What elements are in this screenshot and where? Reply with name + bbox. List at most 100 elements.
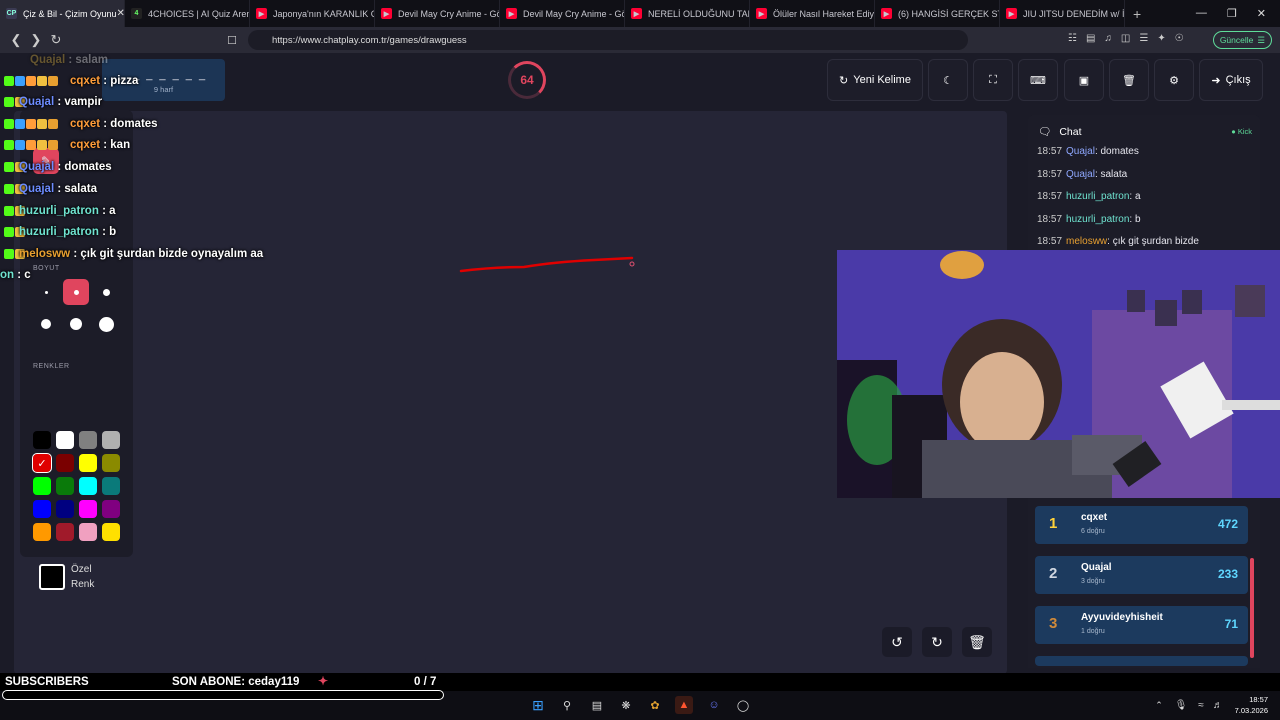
new-tab-button[interactable]: + [1125,6,1149,22]
overlay-chat-line: cqxet : kan [4,139,130,151]
search-icon[interactable]: ⚲ [558,696,576,714]
player-correct-count: 6 doğru [1081,528,1105,535]
color-swatch[interactable] [102,500,120,518]
keyboard-icon: ⌨ [1030,74,1046,87]
redo-button[interactable]: ↻ [922,627,952,657]
color-swatch[interactable] [102,523,120,541]
color-swatch[interactable] [79,500,97,518]
chat-username: Quajal [19,161,55,173]
browser-tab[interactable]: ▶ Japonya'nın KARANLIK Gerçekleri [250,0,375,27]
chatplay-icon: CP [6,8,17,19]
dark-mode-button[interactable]: ☾ [928,59,968,101]
size-option-3[interactable] [93,279,119,305]
file-explorer-icon[interactable]: ▤ [588,696,606,714]
sparkle-icon[interactable]: ✦ [1157,33,1165,44]
leaderboard: 1 cqxet 6 doğru 472 2 Quajal 3 doğru 233 3 Ayyuvi… [1028,498,1260,668]
microphone-icon[interactable]: 🎙 [1172,696,1190,714]
sidebar-icon[interactable]: ◫ [1121,33,1130,44]
close-icon[interactable]: ✕ [1257,7,1266,20]
volume-icon[interactable]: ♬ [1209,696,1227,714]
brave-browser-icon[interactable]: ▲ [675,696,693,714]
tray-chevron-icon[interactable]: ⌃ [1150,696,1168,714]
browser-tab[interactable]: 4 4CHOICES | AI Quiz Arena [125,0,250,27]
browser-tab[interactable]: ▶ JIU JITSU DENEDİM w/ İlk [1000,0,1125,27]
color-swatch[interactable] [79,454,97,472]
color-swatch[interactable] [56,523,74,541]
badge-icon [4,205,14,216]
extension-icon[interactable]: ☷ [1068,33,1077,44]
obs-icon[interactable]: ◯ [734,696,752,714]
trash-button[interactable]: 🗑 [1109,59,1149,101]
undo-button[interactable]: ↺ [882,627,912,657]
badge-icon [4,226,14,237]
browser-tab[interactable]: ▶ Ölüler Nasıl Hareket Ediyor [750,0,875,27]
keyboard-button[interactable]: ⌨ [1018,59,1058,101]
taskbar-clock[interactable]: 18:57 7.03.2026 [1228,694,1268,716]
forward-icon[interactable]: ❯ [26,32,46,48]
chat-panel-message: 18:57 huzurli_patron: a [1037,191,1141,202]
color-swatch[interactable] [33,431,51,449]
color-swatch[interactable] [79,431,97,449]
size-option-5[interactable] [63,311,89,337]
badge-icon [26,75,36,86]
color-swatch[interactable] [56,477,74,495]
size-option-4[interactable] [33,311,59,337]
chat-badges [4,96,25,108]
color-swatch[interactable] [33,477,51,495]
color-swatch[interactable] [33,523,51,541]
color-swatch[interactable] [79,523,97,541]
color-swatch[interactable] [56,500,74,518]
browser-tab[interactable]: ▶ (6) HANGİSİ GERÇEK STAN [875,0,1000,27]
exit-button[interactable]: ➜ Çıkış [1199,59,1263,101]
close-tab-icon[interactable]: ✕ [117,8,124,19]
browser-tab[interactable]: ▶ NERELİ OLDUĞUNU TAHMİN [625,0,750,27]
chat-separator: : [100,75,111,87]
restore-icon[interactable]: ❐ [1227,7,1237,20]
size-option-6[interactable] [93,311,119,337]
browser-tab[interactable]: CP Çiz & Bil - Çizim Oyunu ✕ [0,0,125,27]
minimize-icon[interactable]: — [1196,7,1207,20]
clear-canvas-button[interactable]: 🗑 [962,627,992,657]
color-swatch[interactable] [56,431,74,449]
color-swatch[interactable] [56,454,74,472]
color-swatch[interactable] [33,500,51,518]
webcam-feed [837,250,1280,498]
fullscreen-button[interactable]: ⛶ [973,59,1013,101]
browser-tab[interactable]: ▶ Devil May Cry Anime - Gönül [375,0,500,27]
message-time: 18:57 [1037,191,1063,202]
new-word-button[interactable]: ↻ Yeni Kelime [827,59,923,101]
color-swatch[interactable] [102,431,120,449]
music-icon[interactable]: ♫ [1104,33,1112,44]
custom-color-swatch[interactable] [39,564,65,590]
extension-icon[interactable]: ▤ [1086,33,1095,44]
archive-button[interactable]: ▣ [1064,59,1104,101]
leaderboard-scrollbar[interactable] [1250,558,1254,658]
refresh-icon: ↻ [839,74,849,87]
tools-panel: ✎ BOYUT RENKLER ✓ Özel Renk [20,110,133,590]
settings-button[interactable]: ⚙ [1154,59,1194,101]
chat-panel-message: 18:57 huzurli_patron: b [1037,214,1141,225]
size-option-2[interactable] [63,279,89,305]
bookmarks-icon[interactable]: ☰ [1139,33,1148,44]
url-field[interactable]: https://www.chatplay.com.tr/games/drawgu… [248,30,968,50]
chat-panel-message: 18:57 melosww: çık git şurdan bizde [1037,236,1199,247]
youtube-icon: ▶ [256,8,267,19]
size-option-1[interactable] [33,279,59,305]
update-button[interactable]: Güncelle ☰ [1212,31,1272,49]
chatgpt-icon[interactable]: ❋ [617,696,635,714]
wifi-icon[interactable]: ≈ [1192,696,1210,714]
color-swatch[interactable]: ✓ [32,453,52,473]
color-swatch[interactable] [102,477,120,495]
discord-icon[interactable]: ☺ [705,696,723,714]
vpn-icon[interactable]: ☉ [1175,33,1184,44]
chat-badges [4,118,70,130]
browser-tab[interactable]: ▶ Devil May Cry Anime - Gönül [500,0,625,27]
back-icon[interactable]: ❮ [6,32,26,48]
bookmark-icon[interactable]: ☐ [222,34,242,47]
color-swatch[interactable] [79,477,97,495]
app-icon[interactable]: ✿ [646,696,664,714]
windows-start-icon[interactable]: ⊞ [529,696,547,714]
color-swatch[interactable] [102,454,120,472]
chat-message: kan [110,139,131,151]
reload-icon[interactable]: ↻ [46,32,66,48]
